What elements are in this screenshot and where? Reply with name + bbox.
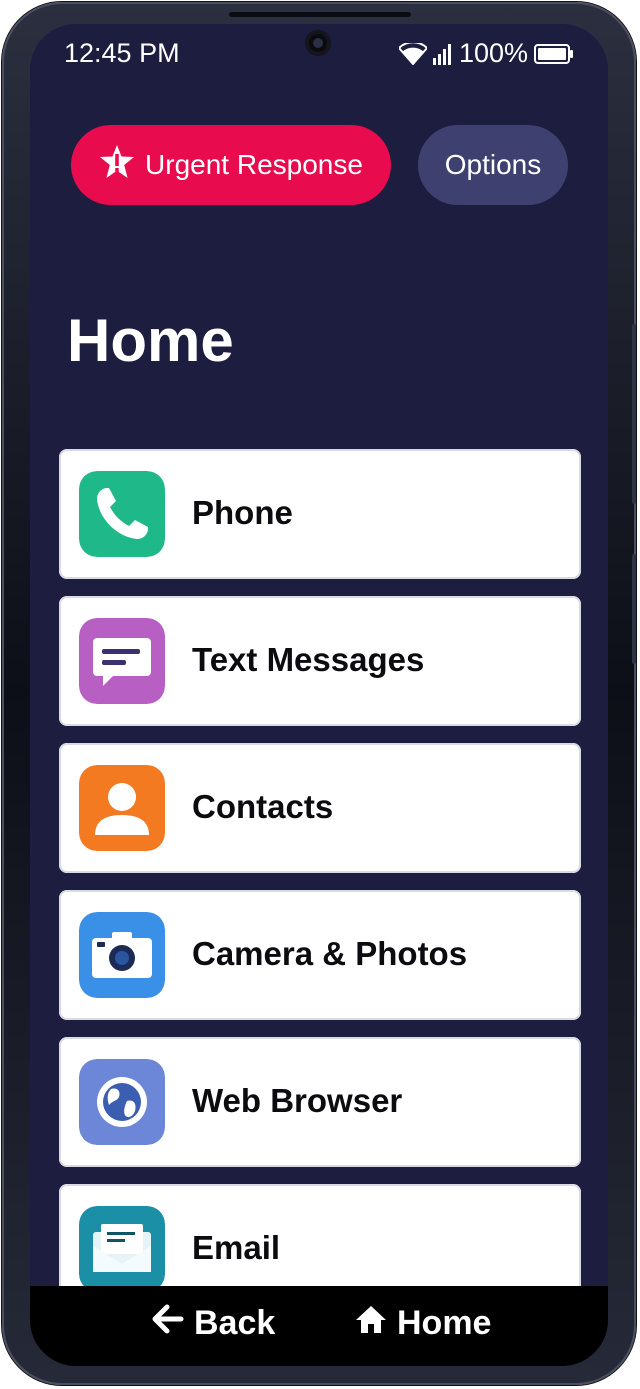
signal-icon [432, 43, 453, 65]
side-button [632, 324, 636, 504]
side-button [632, 554, 636, 664]
list-item-phone[interactable]: Phone [59, 449, 581, 579]
status-icons: 100% [398, 38, 574, 69]
battery-percent: 100% [458, 38, 528, 68]
battery-icon [534, 43, 574, 65]
home-label: Home [397, 1304, 492, 1342]
urgent-response-button[interactable]: Urgent Response [71, 125, 391, 205]
list-item-label: Phone [192, 494, 293, 531]
list-item-label: Email [192, 1229, 281, 1266]
page-title: Home [67, 307, 234, 374]
globe-icon [79, 1059, 165, 1145]
speaker-grille [229, 12, 411, 17]
message-icon [79, 618, 165, 704]
list-item-camera-photos[interactable]: Camera & Photos [59, 890, 581, 1020]
camera-icon [79, 912, 165, 998]
back-button[interactable]: Back [152, 1304, 275, 1343]
phone-icon [79, 471, 165, 557]
status-time: 12:45 PM [64, 38, 180, 68]
navigation-bar: Back Home [30, 1286, 608, 1366]
list-item-label: Web Browser [192, 1082, 403, 1119]
options-button[interactable]: Options [418, 125, 568, 205]
back-label: Back [194, 1304, 276, 1342]
home-button[interactable]: Home [355, 1304, 491, 1343]
email-icon [79, 1206, 165, 1292]
star-alert-icon [99, 144, 135, 187]
contact-icon [79, 765, 165, 851]
arrow-left-icon [152, 1304, 184, 1343]
wifi-icon [398, 42, 427, 65]
urgent-response-label: Urgent Response [145, 149, 363, 180]
list-item-text-messages[interactable]: Text Messages [59, 596, 581, 726]
home-icon [355, 1304, 387, 1343]
screen: 12:45 PM 100% Urgent Response Options Ho… [30, 24, 608, 1366]
list-item-contacts[interactable]: Contacts [59, 743, 581, 873]
list-item-web-browser[interactable]: Web Browser [59, 1037, 581, 1167]
front-camera [305, 30, 331, 56]
list-item-label: Camera & Photos [192, 935, 468, 972]
list-item-label: Text Messages [192, 641, 425, 678]
list-item-label: Contacts [192, 788, 334, 825]
